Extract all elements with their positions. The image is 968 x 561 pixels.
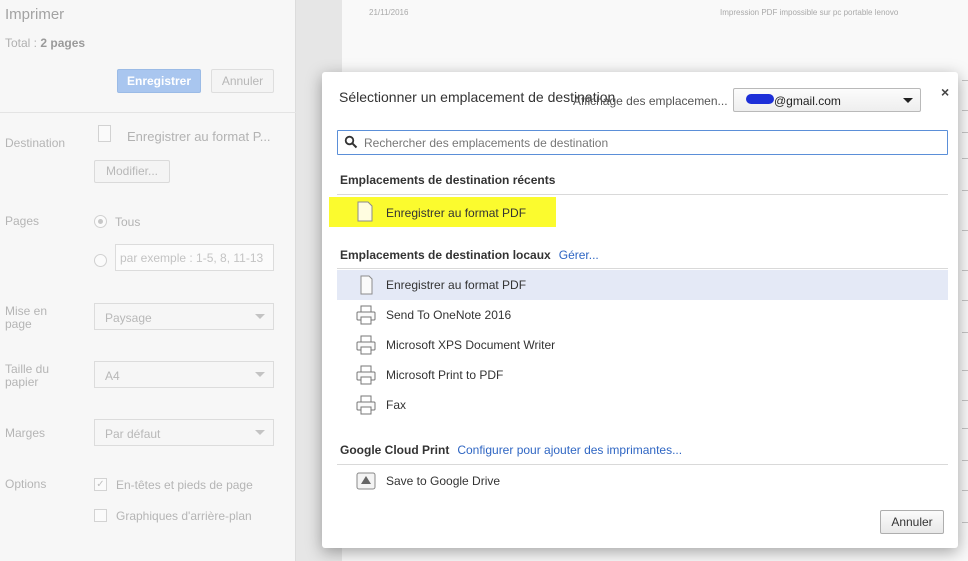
modify-button[interactable]: Modifier...	[94, 160, 170, 183]
configure-link[interactable]: Configurer pour ajouter des imprimantes.…	[457, 443, 682, 457]
divider	[337, 268, 948, 269]
search-input[interactable]	[364, 134, 934, 151]
print-title: Imprimer	[5, 6, 65, 23]
pages-all-radio[interactable]	[94, 215, 107, 228]
layout-label: Mise en page	[5, 304, 48, 331]
print-settings-panel: Imprimer Total : 2 pages Enregistrer Ann…	[0, 0, 296, 561]
pages-input[interactable]: par exemple : 1-5, 8, 11-13	[115, 244, 274, 271]
paper-size-select[interactable]: A4	[94, 361, 274, 388]
cloud-section-title: Google Cloud Print Configurer pour ajoute…	[340, 443, 682, 457]
document-icon	[360, 275, 373, 295]
chevron-down-icon	[255, 430, 265, 435]
background-label: Graphiques d'arrière-plan	[116, 509, 252, 523]
options-label: Options	[5, 477, 47, 491]
account-select[interactable]: @gmail.com	[733, 88, 921, 112]
cancel-button[interactable]: Annuler	[880, 510, 944, 534]
printer-icon	[356, 365, 376, 385]
chevron-down-icon	[255, 372, 265, 377]
printer-icon	[356, 335, 376, 355]
recent-item-save-pdf[interactable]: Enregistrer au format PDF	[386, 206, 526, 220]
layout-value: Paysage	[105, 311, 152, 325]
headers-label: En-têtes et pieds de page	[116, 478, 253, 492]
preview-date: 21/11/2016	[369, 8, 409, 17]
search-icon	[344, 135, 358, 149]
margins-select[interactable]: Par défaut	[94, 419, 274, 446]
recent-section-title: Emplacements de destination récents	[340, 173, 556, 187]
manage-link[interactable]: Gérer...	[559, 248, 599, 262]
total-pages: Total : 2 pages	[5, 36, 85, 50]
list-item-onenote[interactable]: Send To OneNote 2016	[337, 300, 948, 330]
layout-select[interactable]: Paysage	[94, 303, 274, 330]
local-section-title: Emplacements de destination locaux Gérer.…	[340, 248, 599, 262]
list-item-google-drive[interactable]: Save to Google Drive	[337, 466, 948, 496]
list-item-label: Save to Google Drive	[386, 474, 501, 488]
paper-size-label: Taille du papier	[5, 362, 50, 389]
margins-value: Par défaut	[105, 427, 161, 441]
chevron-down-icon	[255, 314, 265, 319]
list-item-save-pdf[interactable]: Enregistrer au format PDF	[337, 270, 948, 300]
account-label: Affichage des emplacemen...	[573, 94, 728, 108]
divider	[0, 112, 296, 113]
background-checkbox[interactable]	[94, 509, 107, 522]
redacted-mark	[746, 94, 774, 104]
list-item-print-to-pdf[interactable]: Microsoft Print to PDF	[337, 360, 948, 390]
list-item-label: Fax	[386, 398, 407, 412]
account-value: @gmail.com	[774, 94, 841, 108]
google-drive-icon	[356, 472, 376, 490]
total-label: Total :	[5, 36, 38, 50]
chevron-down-icon	[903, 98, 913, 103]
save-button[interactable]: Enregistrer	[117, 69, 201, 93]
search-field[interactable]	[337, 130, 948, 155]
list-item-fax[interactable]: Fax	[337, 390, 948, 420]
total-value: 2 pages	[40, 36, 86, 50]
margins-label: Marges	[5, 426, 46, 440]
list-item-label: Send To OneNote 2016	[386, 308, 512, 322]
destination-dialog: Sélectionner un emplacement de destinati…	[322, 72, 958, 548]
cancel-button-left[interactable]: Annuler	[211, 69, 274, 93]
preview-header: Impression PDF impossible sur pc portabl…	[720, 8, 899, 17]
pages-all-label: Tous	[115, 215, 141, 229]
local-title-text: Emplacements de destination locaux	[340, 248, 551, 262]
headers-checkbox[interactable]: ✓	[94, 478, 107, 491]
destination-value: Enregistrer au format P...	[127, 129, 271, 144]
destination-label: Destination	[5, 136, 66, 150]
pages-label: Pages	[5, 214, 40, 228]
document-icon	[357, 201, 373, 222]
close-icon[interactable]: ×	[941, 84, 949, 100]
pages-custom-radio[interactable]	[94, 254, 107, 267]
list-item-label: Microsoft XPS Document Writer	[386, 338, 556, 352]
list-item-label: Enregistrer au format PDF	[386, 278, 527, 292]
divider	[337, 464, 948, 465]
document-icon	[98, 125, 111, 142]
divider	[337, 194, 948, 195]
cloud-title-text: Google Cloud Print	[340, 443, 450, 457]
list-item-label: Microsoft Print to PDF	[386, 368, 504, 382]
list-item-xps[interactable]: Microsoft XPS Document Writer	[337, 330, 948, 360]
paper-size-value: A4	[105, 369, 120, 383]
printer-icon	[356, 395, 376, 415]
printer-icon	[356, 305, 376, 325]
